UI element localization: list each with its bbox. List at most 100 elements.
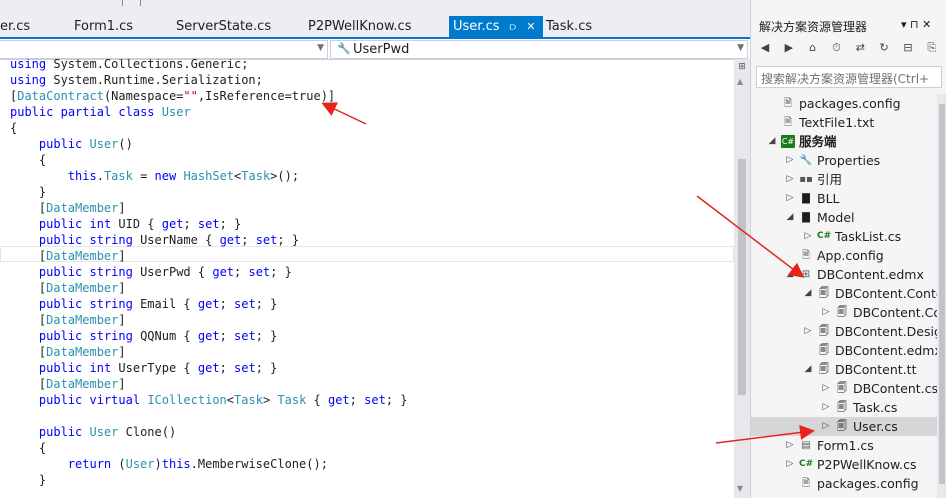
tree-item[interactable]: ▷ ▪▪ 引用 <box>751 170 941 189</box>
tab-p2pwellknow-cs[interactable]: P2PWellKnow.cs <box>304 16 411 37</box>
code-editor[interactable]: using System.Collections.Generic; using S… <box>0 59 734 498</box>
scrollbar-thumb[interactable] <box>939 104 945 484</box>
collapsed-triangle-icon[interactable]: ▷ <box>785 151 795 170</box>
code-line: { <box>10 441 47 455</box>
tree-item[interactable]: ▷ C# P2PWellKnow.cs <box>751 455 941 474</box>
tree-item[interactable]: ▷ 🗐 Task.cs <box>751 398 941 417</box>
collapsed-triangle-icon[interactable]: ▷ <box>821 417 831 436</box>
home-icon[interactable]: ⌂ <box>805 40 821 56</box>
collapsed-triangle-icon[interactable]: ▷ <box>803 322 813 341</box>
collapsed-triangle-icon[interactable]: ▷ <box>821 398 831 417</box>
member-dropdown[interactable]: 🔧 UserPwd ▼ <box>330 40 748 59</box>
tree-item[interactable]: ◢ 🗐 DBContent.Conte <box>751 284 944 303</box>
collapse-all-icon[interactable]: ⊟ <box>900 40 916 56</box>
collapsed-triangle-icon[interactable]: ▷ <box>821 303 831 322</box>
solution-search-input[interactable]: 搜索解决方案资源管理器(Ctrl+ <box>756 66 942 88</box>
tree-item-label: packages.config <box>817 476 919 491</box>
config-icon: 🗎 <box>801 478 811 489</box>
code-line: public string Email { get; set; } <box>38 297 278 311</box>
tree-item[interactable]: 🗎 App.config <box>751 246 941 265</box>
tree-item[interactable]: ◢ 🗐 DBContent.tt <box>751 360 941 379</box>
type-dropdown[interactable]: ▼ <box>0 40 328 59</box>
solution-explorer-title: 解决方案资源管理器 <box>759 20 868 34</box>
tree-item-label: DBContent.edmx <box>835 343 942 358</box>
tree-item[interactable]: ▷ ▇ BLL <box>751 189 941 208</box>
collapsed-triangle-icon[interactable]: ▷ <box>785 189 795 208</box>
show-all-files-icon[interactable]: ⎘ <box>924 40 940 56</box>
collapsed-triangle-icon[interactable]: ▷ <box>785 170 795 189</box>
refresh-icon[interactable]: ↻ <box>876 40 892 56</box>
scrollbar-thumb[interactable] <box>738 159 746 395</box>
csharp-file-icon: C# <box>817 231 832 241</box>
tree-item[interactable]: ◢ ⊞ DBContent.edmx <box>751 265 941 284</box>
code-line: } <box>10 185 47 199</box>
code-line: [DataMember] <box>10 313 126 327</box>
tree-item[interactable]: ▷ 🗐 DBContent.cs <box>751 379 941 398</box>
references-icon: ▪▪ <box>799 174 813 185</box>
search-placeholder: 搜索解决方案资源管理器(Ctrl+ <box>761 72 930 86</box>
collapsed-triangle-icon[interactable]: ▷ <box>803 227 813 246</box>
property-icon: 🔧 <box>337 42 351 55</box>
close-icon[interactable]: ✕ <box>526 16 535 37</box>
tree-item[interactable]: ◢ C# 服务端 <box>751 132 941 151</box>
expanded-triangle-icon[interactable]: ◢ <box>785 265 795 284</box>
code-line: public virtual ICollection<Task> Task { … <box>38 393 408 407</box>
tree-item-label: Properties <box>817 153 881 168</box>
code-line: public User Clone() <box>38 425 177 439</box>
tab-form1-cs[interactable]: Form1.cs <box>70 16 133 37</box>
sync-icon[interactable]: ⇄ <box>852 40 868 56</box>
tree-item[interactable]: ▷ 🗐 User.cs <box>751 417 941 436</box>
tree-item-label: DBContent.Conte <box>835 286 944 301</box>
tree-item[interactable]: ▷ 🗐 DBContent.Co <box>751 303 942 322</box>
tree-item-label: packages.config <box>799 96 901 111</box>
tree-item[interactable]: ▷ ▤ Form1.cs <box>751 436 941 455</box>
forward-icon[interactable]: ▶ <box>781 40 797 56</box>
panel-title-controls[interactable]: ▾ ⊓ ✕ <box>901 18 931 31</box>
expanded-triangle-icon[interactable]: ◢ <box>803 284 813 303</box>
pin-icon[interactable]: ⫐ <box>510 16 516 37</box>
tree-item[interactable]: 🗐 DBContent.edmx <box>751 341 942 360</box>
tree-item[interactable]: 🗎 TextFile1.txt <box>751 113 941 132</box>
tree-item[interactable]: ▷ 🔧 Properties <box>751 151 941 170</box>
tt-file-icon: 🗐 <box>837 402 847 413</box>
chevron-down-icon: ▼ <box>317 43 324 53</box>
expanded-triangle-icon[interactable]: ◢ <box>785 208 795 227</box>
member-dropdown-value: UserPwd <box>353 42 410 57</box>
tree-item[interactable]: ◢ ▇ Model <box>751 208 941 227</box>
tree-item[interactable]: ▷ 🗐 DBContent.Desig <box>751 322 942 341</box>
tree-item-label: Task.cs <box>853 400 898 415</box>
code-line: public int UserType { get; set; } <box>38 361 278 375</box>
tree-item-label: App.config <box>817 248 884 263</box>
tab-serverstate-cs[interactable]: ServerState.cs <box>172 16 271 37</box>
top-toolbar-strip <box>0 0 750 14</box>
collapsed-triangle-icon[interactable]: ▷ <box>821 379 831 398</box>
tab-user-cs[interactable]: User.cs ⫐ ✕ <box>449 16 543 37</box>
tree-item-label: TextFile1.txt <box>799 115 875 130</box>
tt-file-icon: 🗐 <box>837 421 847 432</box>
tab-task-cs[interactable]: Task.cs <box>542 16 592 37</box>
tree-item[interactable]: ▷ C# TaskList.cs <box>751 227 941 246</box>
solution-explorer: 解决方案资源管理器 ▾ ⊓ ✕ ◀ ▶ ⌂ ⏱ ⇄ ↻ ⊟ ⎘ 搜索解决方案资源… <box>750 0 946 498</box>
tab-er-cs[interactable]: er.cs <box>0 16 30 37</box>
edmx-icon: ⊞ <box>801 269 811 280</box>
code-line: [DataMember] <box>10 249 126 263</box>
code-line: public string UserPwd { get; set; } <box>38 265 292 279</box>
expanded-triangle-icon[interactable]: ◢ <box>767 132 777 151</box>
scroll-down-icon[interactable]: ▼ <box>737 484 743 493</box>
tt-file-icon: 🗐 <box>819 288 829 299</box>
tt-file-icon: 🗐 <box>837 307 847 318</box>
expanded-triangle-icon[interactable]: ◢ <box>803 360 813 379</box>
solution-explorer-scrollbar[interactable] <box>937 94 946 498</box>
back-icon[interactable]: ◀ <box>757 40 773 56</box>
pending-changes-icon[interactable]: ⏱ <box>828 40 844 56</box>
editor-vertical-scrollbar[interactable]: ⊞ ▲ ▼ <box>734 59 750 498</box>
tree-item[interactable]: 🗎 packages.config <box>751 474 941 493</box>
split-handle-icon[interactable]: ⊞ <box>737 63 747 72</box>
tt-file-icon: 🗐 <box>819 345 829 356</box>
wrench-icon: 🔧 <box>799 155 813 166</box>
code-line: using System.Collections.Generic; <box>10 59 249 71</box>
collapsed-triangle-icon[interactable]: ▷ <box>785 436 795 455</box>
tree-item[interactable]: 🗎 packages.config <box>751 94 941 113</box>
collapsed-triangle-icon[interactable]: ▷ <box>785 455 795 474</box>
scroll-up-icon[interactable]: ▲ <box>737 77 743 86</box>
